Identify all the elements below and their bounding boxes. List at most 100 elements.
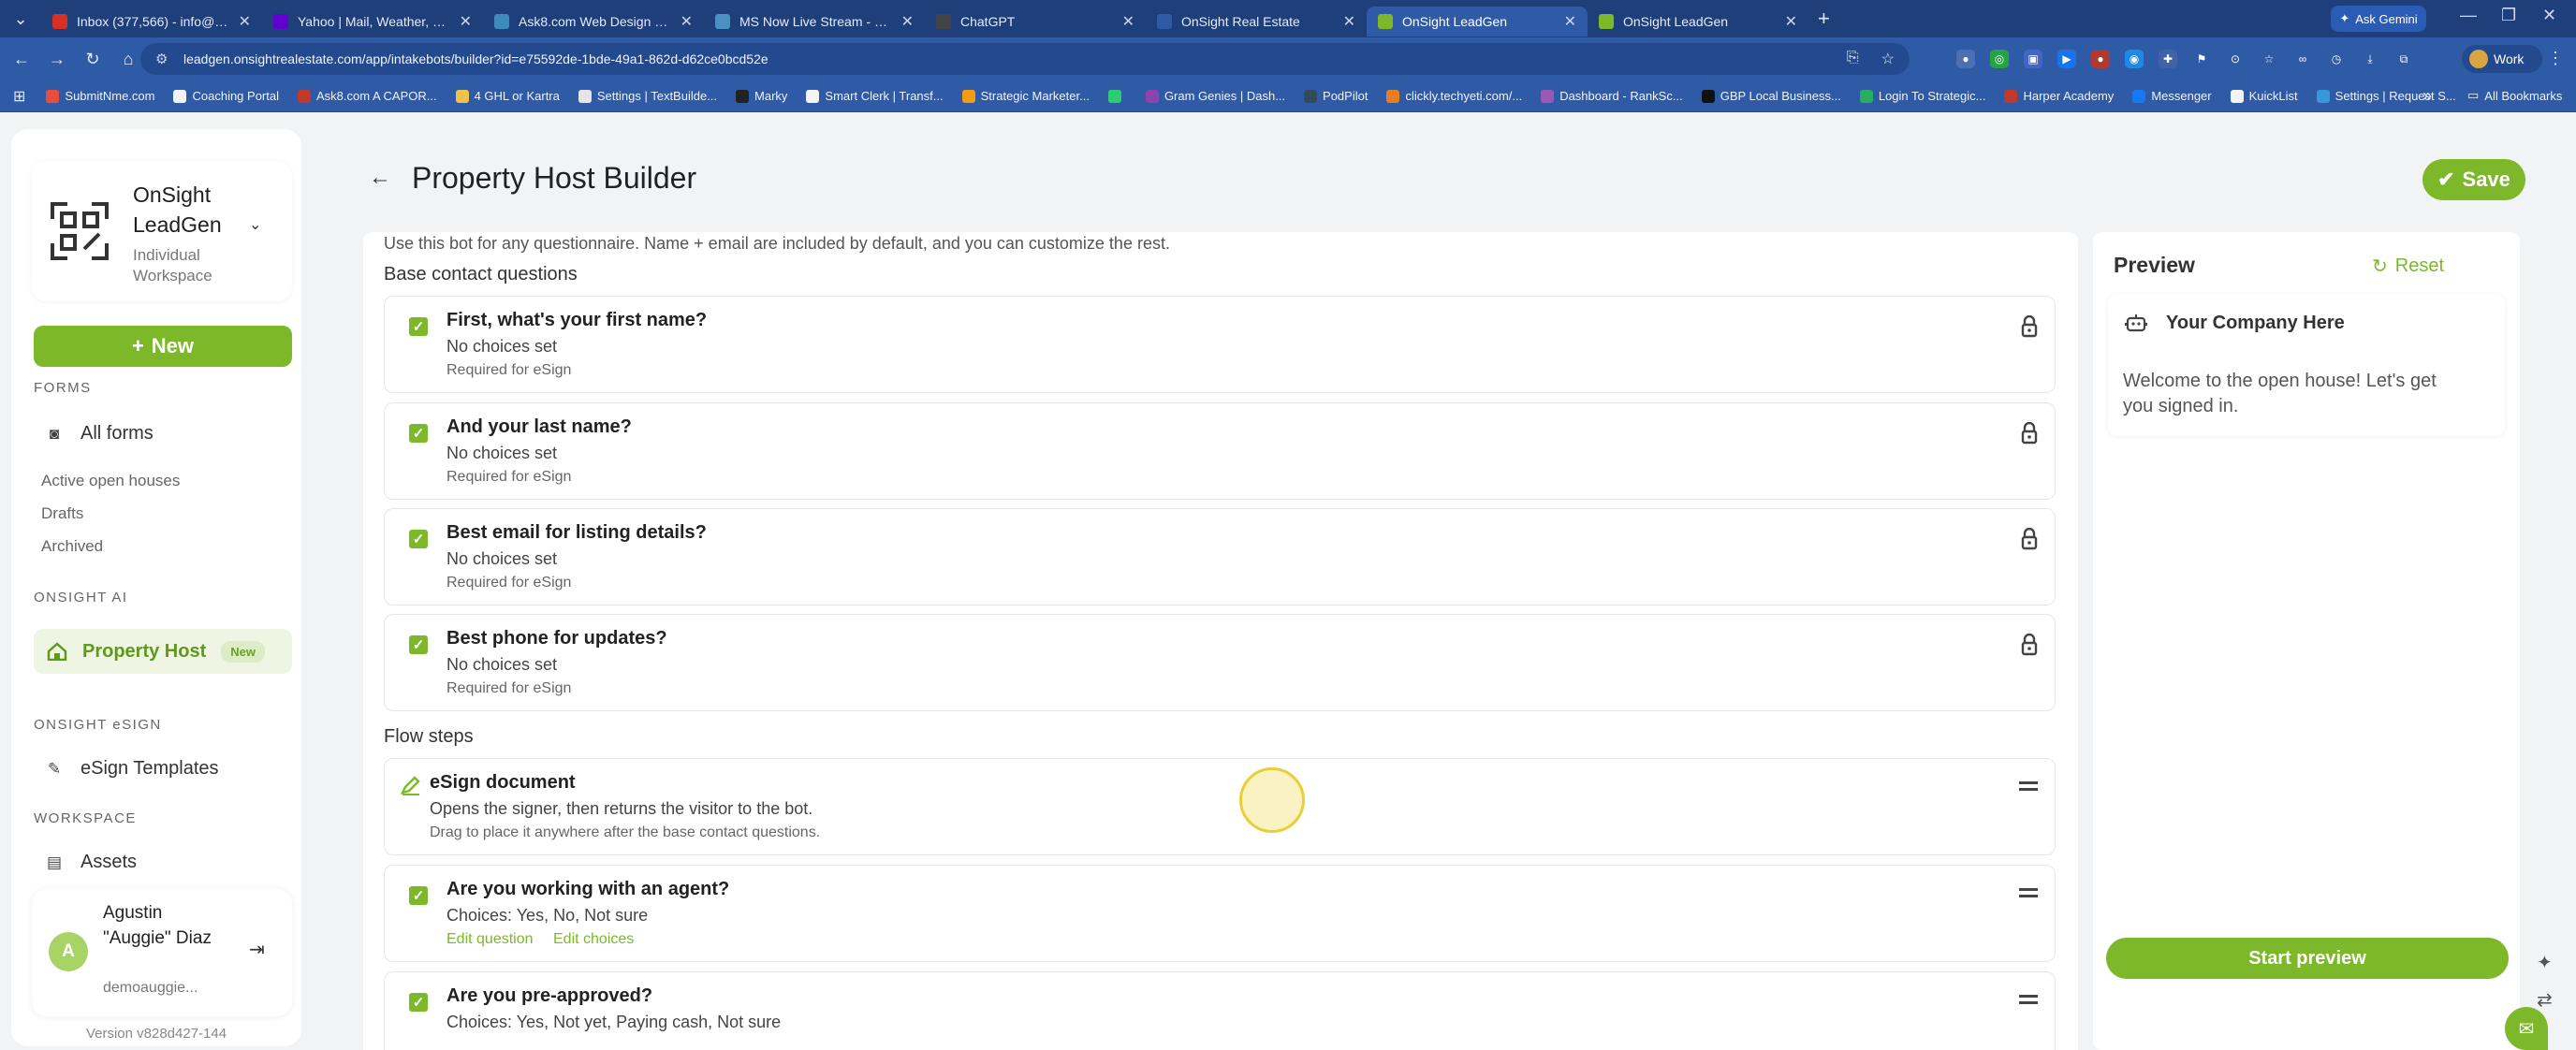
start-preview-button[interactable]: Start preview <box>2106 938 2509 979</box>
browser-tab[interactable]: OnSight LeadGen ✕ <box>1367 7 1588 36</box>
bookmark-item[interactable]: Coaching Portal <box>173 89 279 103</box>
close-tab-icon[interactable]: ✕ <box>460 12 472 31</box>
reset-button[interactable]: ↻ Reset <box>2372 255 2444 278</box>
close-tab-icon[interactable]: ✕ <box>901 12 914 31</box>
close-tab-icon[interactable]: ✕ <box>1343 12 1355 31</box>
close-window-icon[interactable]: ✕ <box>2542 6 2556 25</box>
drag-handle-icon[interactable] <box>2019 888 2038 897</box>
extension-icon[interactable]: ◉ <box>2125 50 2144 68</box>
close-tab-icon[interactable]: ✕ <box>1564 12 1576 31</box>
checkbox[interactable]: ✓ <box>409 993 428 1012</box>
sidebar-subitem-archived[interactable]: Archived <box>41 537 103 556</box>
site-info-icon[interactable]: ⚙ <box>155 51 168 67</box>
extension-icon[interactable]: ▶ <box>2057 50 2076 68</box>
browser-tab[interactable]: Inbox (377,566) - info@ask8.co ✕ <box>41 7 262 36</box>
maximize-icon[interactable]: ❐ <box>2501 6 2516 25</box>
bookmark-item[interactable]: Ask8.com A CAPOR... <box>297 89 437 103</box>
kebab-menu-icon[interactable]: ⋮ <box>2544 49 2567 68</box>
bookmark-item[interactable] <box>1107 89 1127 103</box>
extensions-icon[interactable]: ⧉ <box>2394 50 2413 68</box>
drag-handle-icon[interactable] <box>2019 781 2038 791</box>
browser-tab[interactable]: OnSight LeadGen ✕ <box>1588 7 1808 36</box>
bookmark-item[interactable]: PodPilot <box>1304 89 1368 103</box>
puzzle-icon[interactable]: ✚ <box>2159 50 2177 68</box>
close-tab-icon[interactable]: ✕ <box>1122 12 1134 31</box>
bookmark-item[interactable]: Harper Academy <box>2004 89 2114 103</box>
question-card[interactable]: ✓ Best email for listing details? No cho… <box>384 508 2056 605</box>
extension-icon[interactable]: ◎ <box>1990 50 2009 68</box>
bookmark-item[interactable]: Marky <box>736 89 787 103</box>
close-tab-icon[interactable]: ✕ <box>239 12 251 31</box>
bookmark-item[interactable]: Settings | Request S... <box>2316 89 2456 103</box>
back-arrow-icon[interactable]: ← <box>369 165 391 191</box>
question-card[interactable]: ✓ Are you working with an agent? Choices… <box>384 865 2056 962</box>
checkbox[interactable]: ✓ <box>409 317 428 336</box>
sidebar-item-esign-templates[interactable]: ✎ eSign Templates <box>45 758 219 780</box>
extension-icon[interactable]: ⚑ <box>2192 50 2211 68</box>
bookmark-item[interactable]: Smart Clerk | Transf... <box>806 89 944 103</box>
profile-button[interactable]: Work <box>2462 45 2542 73</box>
link-icon[interactable]: ∞ <box>2293 50 2312 68</box>
extension-icon[interactable]: ⊙ <box>2226 50 2245 68</box>
bookmark-icon[interactable]: ☆ <box>2260 50 2278 68</box>
forward-nav-icon[interactable]: → <box>39 50 75 69</box>
apps-grid-icon[interactable]: ⊞ <box>13 87 25 106</box>
question-card[interactable]: ✓ Best phone for updates? No choices set… <box>384 614 2056 711</box>
new-button[interactable]: + New <box>34 326 292 367</box>
workspace-switcher[interactable]: OnSight LeadGen Individual Workspace ⌄ <box>32 161 292 301</box>
esign-step-card[interactable]: eSign document Opens the signer, then re… <box>384 758 2056 855</box>
bookmark-item[interactable]: Messenger <box>2132 89 2212 103</box>
reload-icon[interactable]: ↻ <box>75 50 110 69</box>
browser-tab[interactable]: Yahoo | Mail, Weather, Search, P ✕ <box>262 7 483 36</box>
logout-icon[interactable]: ⇥ <box>249 938 265 961</box>
address-bar[interactable]: ⚙ leadgen.onsightrealestate.com/app/inta… <box>140 43 1910 75</box>
back-nav-icon[interactable]: ← <box>4 50 39 69</box>
checkbox[interactable]: ✓ <box>409 424 428 443</box>
all-bookmarks-button[interactable]: ▭ All Bookmarks <box>2467 88 2562 103</box>
close-tab-icon[interactable]: ✕ <box>1785 12 1797 31</box>
bookmark-item[interactable]: Strategic Marketer... <box>961 89 1090 103</box>
chat-widget-icon[interactable]: ✉ <box>2505 1007 2548 1050</box>
bookmark-item[interactable]: Dashboard - RankSc... <box>1541 89 1683 103</box>
tab-search-icon[interactable]: ⌄ <box>0 0 41 37</box>
browser-tab[interactable]: MS Now Live Stream - Watch M ✕ <box>704 7 925 36</box>
extension-icon[interactable]: ● <box>1956 50 1975 68</box>
download-icon[interactable]: ⤓ <box>2361 50 2379 68</box>
install-app-icon[interactable]: ⎘ <box>1847 50 1859 68</box>
checkbox[interactable]: ✓ <box>409 530 428 548</box>
bookmark-item[interactable]: 4 GHL or Kartra <box>455 89 560 103</box>
question-card[interactable]: ✓ Are you pre-approved? Choices: Yes, No… <box>384 971 2056 1050</box>
bookmark-item[interactable]: KuickList <box>2230 89 2298 103</box>
question-card[interactable]: ✓ First, what's your first name? No choi… <box>384 296 2056 393</box>
sidebar-item-property-host[interactable]: Property Host New <box>34 629 292 674</box>
drag-handle-icon[interactable] <box>2019 995 2038 1004</box>
translate-icon[interactable]: ⇄ <box>2537 988 2553 1012</box>
bookmark-item[interactable]: GBP Local Business... <box>1701 89 1841 103</box>
browser-tab[interactable]: OnSight Real Estate ✕ <box>1146 7 1367 36</box>
sidebar-item-assets[interactable]: ▤ Assets <box>45 852 137 873</box>
extension-icon[interactable]: ● <box>2091 50 2110 68</box>
edit-question-link[interactable]: Edit question <box>446 931 534 948</box>
extension-icon[interactable]: ▣ <box>2024 50 2042 68</box>
bookmark-item[interactable]: Login To Strategic... <box>1859 89 1985 103</box>
ask-gemini-button[interactable]: ✦ Ask Gemini <box>2331 6 2426 32</box>
close-tab-icon[interactable]: ✕ <box>681 12 693 31</box>
history-icon[interactable]: ◷ <box>2327 50 2346 68</box>
bookmark-item[interactable]: Gram Genies | Dash... <box>1145 89 1285 103</box>
minimize-icon[interactable]: — <box>2460 6 2477 25</box>
bookmark-item[interactable]: SubmitNme.com <box>46 89 154 103</box>
sidebar-item-all-forms[interactable]: ◙ All forms <box>45 423 154 445</box>
more-bookmarks-icon[interactable]: » <box>2422 86 2432 106</box>
new-tab-icon[interactable]: + <box>1818 7 1830 31</box>
bookmark-item[interactable]: clickly.techyeti.com/... <box>1386 89 1522 103</box>
save-button[interactable]: ✔ Save <box>2422 159 2525 200</box>
checkbox[interactable]: ✓ <box>409 635 428 654</box>
browser-tab[interactable]: Ask8.com Web Design & retail P ✕ <box>483 7 704 36</box>
sidebar-subitem-active[interactable]: Active open houses <box>41 472 180 490</box>
bookmark-item[interactable]: Settings | TextBuilde... <box>578 89 717 103</box>
browser-tab[interactable]: ChatGPT ✕ <box>925 7 1146 36</box>
question-card[interactable]: ✓ And your last name? No choices set Req… <box>384 402 2056 500</box>
edit-choices-link[interactable]: Edit choices <box>553 931 634 948</box>
checkbox[interactable]: ✓ <box>409 886 428 905</box>
sparkle-icon[interactable]: ✦ <box>2537 951 2553 974</box>
